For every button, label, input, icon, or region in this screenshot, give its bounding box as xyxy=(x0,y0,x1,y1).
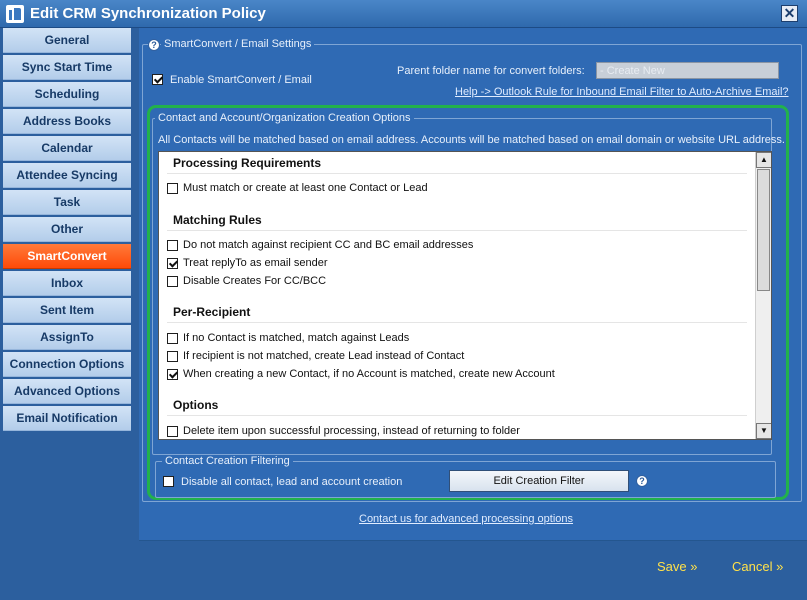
sidebar-item-scheduling[interactable]: Scheduling xyxy=(3,82,131,107)
edit-creation-filter-button[interactable]: Edit Creation Filter xyxy=(449,470,629,492)
sidebar-item-task[interactable]: Task xyxy=(3,190,131,215)
sidebar-item-other[interactable]: Other xyxy=(3,217,131,242)
app-logo-icon xyxy=(6,5,24,23)
list-scrollbar[interactable]: ▲ ▼ xyxy=(755,152,771,439)
outlook-rule-help-link[interactable]: Help -> Outlook Rule for Inbound Email F… xyxy=(455,86,789,98)
option-treat-replyto[interactable]: Treat replyTo as email sender xyxy=(167,257,328,269)
section-matching-rules: Matching Rules xyxy=(173,213,262,227)
option-no-match-cc-bc[interactable]: Do not match against recipient CC and BC… xyxy=(167,239,473,251)
section-divider xyxy=(167,230,747,231)
treat-replyto-checkbox[interactable] xyxy=(167,257,178,269)
scrollbar-thumb[interactable] xyxy=(757,169,770,291)
sidebar-item-assignto[interactable]: AssignTo xyxy=(3,325,131,350)
arrow-up-icon[interactable]: ▲ xyxy=(756,152,771,168)
must-match-checkbox[interactable] xyxy=(167,182,178,194)
save-button[interactable]: Save » xyxy=(657,559,697,574)
option-label: Disable Creates For CC/BCC xyxy=(183,275,327,287)
cancel-button[interactable]: Cancel » xyxy=(732,559,783,574)
enable-smartconvert-label: Enable SmartConvert / Email xyxy=(170,74,312,86)
option-create-lead-instead[interactable]: If recipient is not matched, create Lead… xyxy=(167,350,464,362)
match-against-leads-checkbox[interactable] xyxy=(167,332,178,344)
option-must-match-contact-or-lead[interactable]: Must match or create at least one Contac… xyxy=(167,182,428,194)
sidebar-item-calendar[interactable]: Calendar xyxy=(3,136,131,161)
option-match-against-leads[interactable]: If no Contact is matched, match against … xyxy=(167,332,409,344)
sidebar-item-general[interactable]: General xyxy=(3,28,131,53)
contact-advanced-link[interactable]: Contact us for advanced processing optio… xyxy=(359,513,573,525)
main-panel: ? SmartConvert / Email Settings Enable S… xyxy=(139,28,807,540)
question-circle-icon[interactable]: ? xyxy=(636,475,648,487)
parent-folder-input[interactable]: - Create New xyxy=(596,62,779,79)
window-title: Edit CRM Synchronization Policy xyxy=(30,5,266,22)
section-options: Options xyxy=(173,398,219,412)
section-per-recipient: Per-Recipient xyxy=(173,305,251,319)
option-label: If no Contact is matched, match against … xyxy=(183,332,410,344)
parent-folder-label: Parent folder name for convert folders: xyxy=(397,65,585,77)
sidebar-item-address-books[interactable]: Address Books xyxy=(3,109,131,134)
section-divider xyxy=(167,322,747,323)
enable-smartconvert-checkbox[interactable] xyxy=(152,74,163,85)
sidebar-item-smartconvert[interactable]: SmartConvert xyxy=(3,244,131,269)
section-divider xyxy=(167,415,747,416)
close-button[interactable]: ✕ xyxy=(781,5,798,22)
option-label: Must match or create at least one Contac… xyxy=(183,182,428,194)
create-lead-instead-checkbox[interactable] xyxy=(167,350,178,362)
sidebar-nav: General Sync Start Time Scheduling Addre… xyxy=(3,28,131,433)
option-label: Delete item upon successful processing, … xyxy=(183,425,520,437)
disable-creation-label: Disable all contact, lead and account cr… xyxy=(181,476,403,488)
option-label: Do not match against recipient CC and BC… xyxy=(183,239,474,251)
question-circle-icon[interactable]: ? xyxy=(148,39,160,51)
creation-options-list[interactable]: Processing Requirements Must match or cr… xyxy=(158,151,772,440)
delete-item-checkbox[interactable] xyxy=(167,425,178,437)
disable-creation-checkbox[interactable] xyxy=(163,476,174,487)
sidebar-item-advanced-options[interactable]: Advanced Options xyxy=(3,379,131,404)
section-divider xyxy=(167,173,747,174)
option-create-new-account[interactable]: When creating a new Contact, if no Accou… xyxy=(167,368,555,380)
disable-creates-cc-bcc-checkbox[interactable] xyxy=(167,275,178,287)
create-new-account-checkbox[interactable] xyxy=(167,368,178,380)
option-disable-creates-cc-bcc[interactable]: Disable Creates For CC/BCC xyxy=(167,275,326,287)
option-label: If recipient is not matched, create Lead… xyxy=(183,350,465,362)
sidebar-item-sync-start-time[interactable]: Sync Start Time xyxy=(3,55,131,80)
smartconvert-group-title: SmartConvert / Email Settings xyxy=(161,38,315,50)
creation-description: All Contacts will be matched based on em… xyxy=(158,134,785,146)
footer-divider xyxy=(139,540,807,541)
creation-filtering-title: Contact Creation Filtering xyxy=(162,455,293,467)
sidebar-item-email-notification[interactable]: Email Notification xyxy=(3,406,131,431)
title-bar: Edit CRM Synchronization Policy ✕ xyxy=(0,0,807,28)
option-label: Treat replyTo as email sender xyxy=(183,257,328,269)
option-delete-item[interactable]: Delete item upon successful processing, … xyxy=(167,425,520,437)
sidebar-item-sent-item[interactable]: Sent Item xyxy=(3,298,131,323)
sidebar-item-inbox[interactable]: Inbox xyxy=(3,271,131,296)
no-match-cc-bc-checkbox[interactable] xyxy=(167,239,178,251)
creation-options-title: Contact and Account/Organization Creatio… xyxy=(155,112,414,124)
arrow-down-icon[interactable]: ▼ xyxy=(756,423,771,439)
sidebar-item-connection-options[interactable]: Connection Options xyxy=(3,352,131,377)
sidebar-item-attendee-syncing[interactable]: Attendee Syncing xyxy=(3,163,131,188)
section-processing-requirements: Processing Requirements xyxy=(173,156,322,170)
option-label: When creating a new Contact, if no Accou… xyxy=(183,368,555,380)
